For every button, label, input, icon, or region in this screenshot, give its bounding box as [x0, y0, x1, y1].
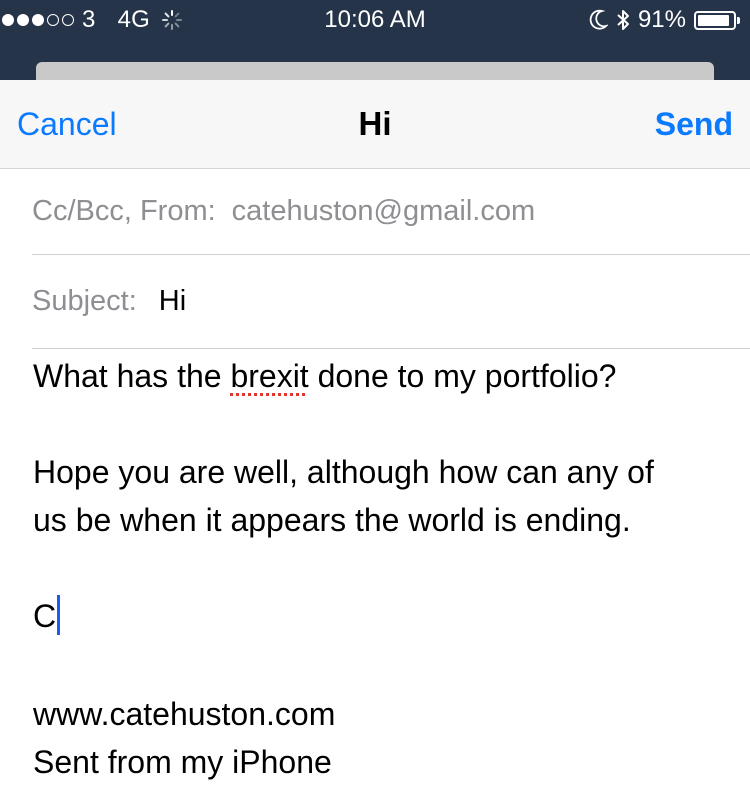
compose-nav-bar: Cancel Hi Send	[0, 80, 750, 169]
status-right: 91%	[588, 6, 740, 34]
body-line: Hope you are well, although how can any …	[33, 454, 654, 490]
moon-icon	[588, 9, 608, 31]
battery-fill	[698, 14, 729, 26]
signoff-text: C	[33, 598, 57, 634]
compose-sheet: Cancel Hi Send Cc/Bcc, From: catehuston@…	[0, 80, 750, 812]
battery-tip	[737, 16, 740, 24]
from-address[interactable]: catehuston@gmail.com	[232, 195, 535, 228]
body-text: What has the	[33, 358, 231, 394]
bluetooth-icon	[616, 8, 630, 32]
body-text: done to my portfolio?	[308, 358, 617, 394]
cc-bcc-from-field[interactable]: Cc/Bcc, From: catehuston@gmail.com	[32, 169, 750, 255]
body-line: What has the brexit done to my portfolio…	[33, 352, 733, 400]
battery-body	[694, 10, 736, 30]
signoff-line: C	[33, 592, 733, 640]
subject-label: Subject:	[32, 285, 137, 317]
battery-icon	[694, 10, 740, 30]
signature-url[interactable]: www.catehuston.com	[33, 690, 733, 738]
send-button[interactable]: Send	[655, 80, 733, 168]
battery-percent: 91%	[637, 6, 686, 33]
subject-input[interactable]: Hi	[159, 285, 186, 318]
misspelled-word[interactable]: brexit	[230, 358, 308, 394]
message-body[interactable]: What has the brexit done to my portfolio…	[33, 352, 733, 786]
text-cursor	[57, 595, 61, 635]
body-line: us be when it appears the world is endin…	[33, 502, 631, 538]
compose-title: Hi	[358, 105, 392, 142]
cc-bcc-from-label: Cc/Bcc, From:	[32, 195, 216, 227]
signature-sent-from: Sent from my iPhone	[33, 744, 332, 780]
subject-field[interactable]: Subject: Hi	[32, 255, 750, 349]
